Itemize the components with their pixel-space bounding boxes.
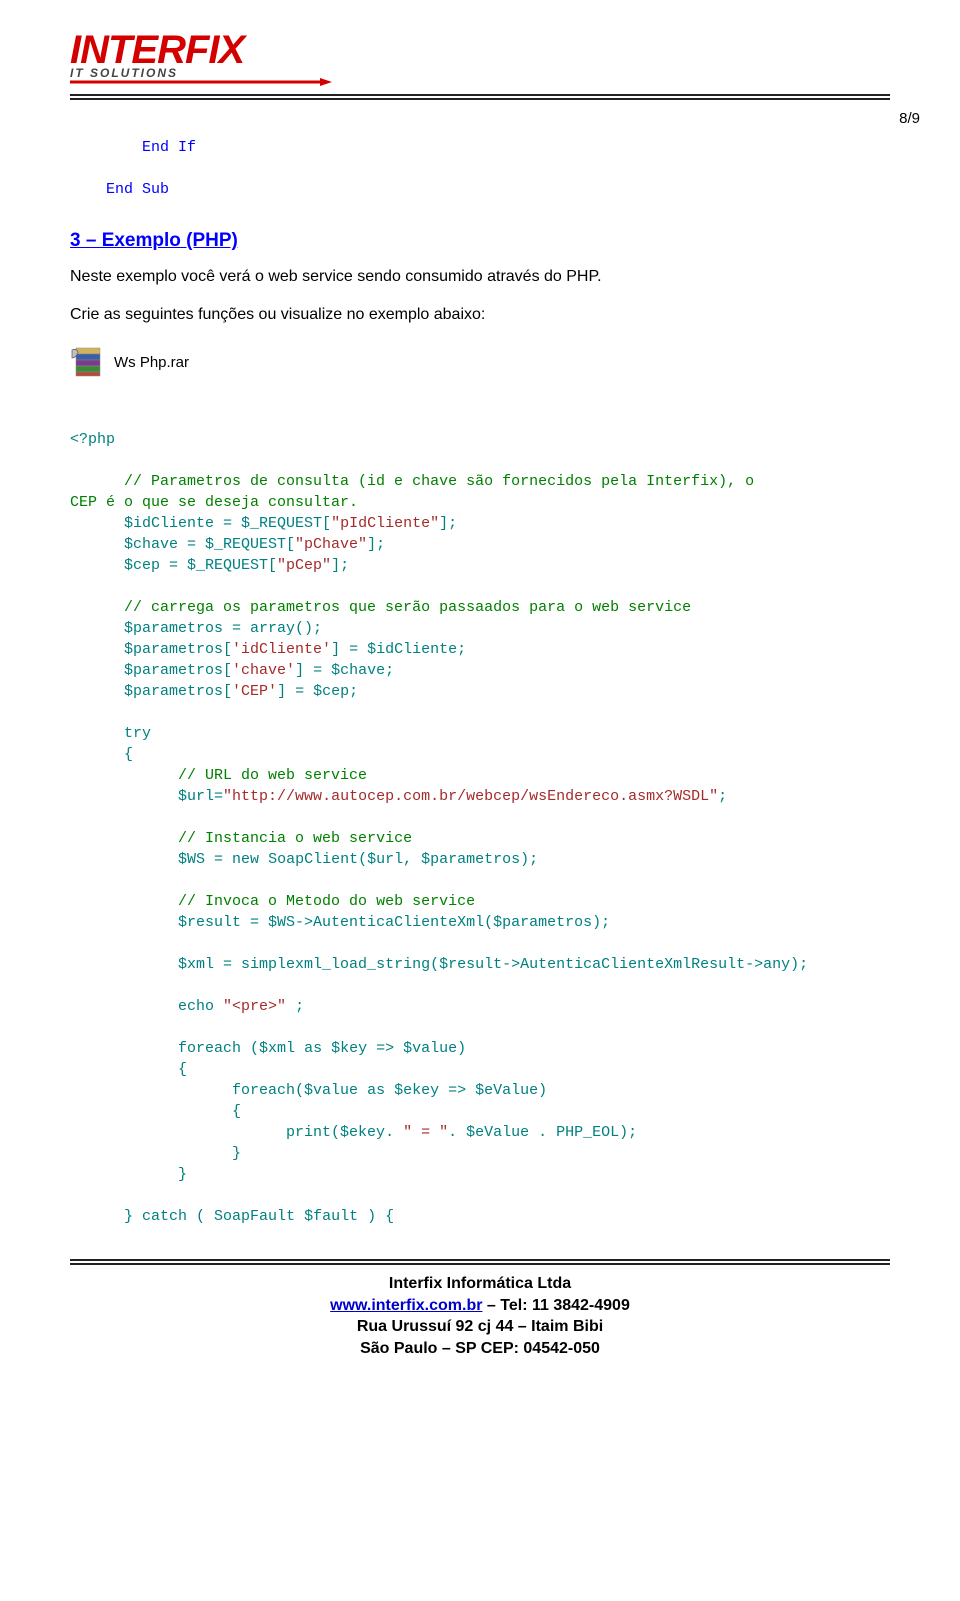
footer-company: Interfix Informática Ltda (70, 1273, 890, 1295)
php-open: <?php (70, 431, 115, 448)
footer-site-link[interactable]: www.interfix.com.br (330, 1297, 482, 1314)
code-block-top: End If End Sub (70, 116, 890, 200)
page-number: 8/9 (899, 110, 920, 127)
divider-bottom (70, 1259, 890, 1261)
footer: Interfix Informática Ltda www.interfix.c… (70, 1273, 890, 1359)
section-title: 3 – Exemplo (PHP) (70, 230, 890, 252)
logo-main-text: INTERFIX (70, 30, 890, 70)
code-block-php: <?php // Parametros de consulta (id e ch… (70, 408, 890, 1227)
attachment-label: Ws Php.rar (114, 354, 189, 371)
code-endsub: End Sub (106, 181, 169, 198)
code-endif: End If (142, 139, 196, 156)
footer-addr2: São Paulo – SP CEP: 04542-050 (70, 1338, 890, 1360)
php-comment-1b: CEP é o que se deseja consultar. (70, 494, 358, 511)
divider-top (70, 94, 890, 96)
divider-top-2 (70, 98, 890, 100)
section-intro: Neste exemplo você verá o web service se… (70, 268, 890, 286)
rar-icon (70, 344, 106, 380)
section-instr: Crie as seguintes funções ou visualize n… (70, 306, 890, 324)
divider-bottom-2 (70, 1263, 890, 1265)
attachment-row: Ws Php.rar (70, 344, 890, 380)
footer-tel: – Tel: 11 3842-4909 (482, 1297, 629, 1314)
php-comment-1a: // Parametros de consulta (id e chave sã… (124, 473, 754, 490)
logo: INTERFIX IT SOLUTIONS (70, 30, 890, 86)
footer-addr1: Rua Urussuí 92 cj 44 – Itaim Bibi (70, 1316, 890, 1338)
